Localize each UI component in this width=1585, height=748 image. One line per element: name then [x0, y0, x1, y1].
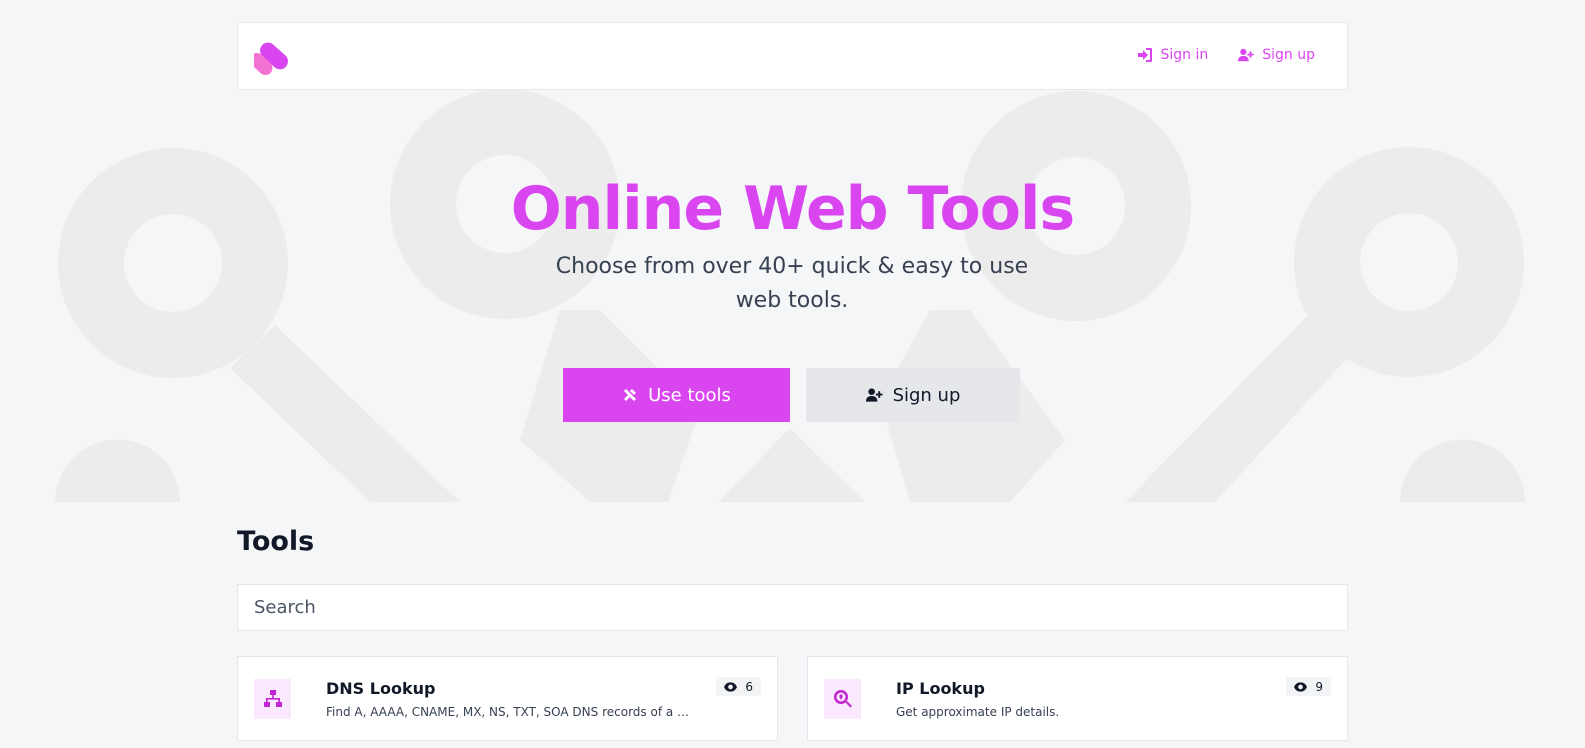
card-icon-container	[254, 679, 291, 719]
sign-up-label: Sign up	[1262, 47, 1315, 63]
card-icon-container	[824, 679, 861, 719]
views-badge: 9	[1286, 677, 1331, 696]
hero-sign-up-button[interactable]: Sign up	[806, 368, 1020, 422]
tool-card-dns-lookup[interactable]: DNS Lookup Find A, AAAA, CNAME, MX, NS, …	[237, 656, 778, 741]
sign-in-icon	[1137, 48, 1152, 62]
hero-sign-up-label: Sign up	[892, 384, 961, 406]
nav-links: Sign in Sign up	[1137, 47, 1315, 63]
user-plus-icon	[1238, 48, 1254, 62]
search-location-icon	[833, 690, 852, 708]
network-icon	[263, 690, 282, 707]
logo-icon[interactable]	[249, 37, 296, 76]
sign-in-label: Sign in	[1160, 47, 1209, 63]
sign-in-link[interactable]: Sign in	[1137, 47, 1209, 63]
tools-heading: Tools	[237, 526, 315, 557]
search-input[interactable]	[237, 584, 1348, 631]
hero-title: Online Web Tools	[510, 174, 1075, 244]
views-count: 6	[745, 679, 753, 694]
user-plus-icon	[865, 388, 883, 402]
tool-card-title: IP Lookup	[896, 679, 985, 698]
views-badge: 6	[716, 677, 761, 696]
tools-icon	[624, 389, 637, 401]
eye-icon	[724, 681, 738, 692]
hero-subtitle: Choose from over 40+ quick & easy to use…	[555, 254, 1029, 313]
views-count: 9	[1315, 679, 1323, 694]
tool-card-description: Find A, AAAA, CNAME, MX, NS, TXT, SOA DN…	[326, 705, 691, 719]
use-tools-label: Use tools	[648, 384, 731, 406]
tool-card-title: DNS Lookup	[326, 679, 436, 698]
tool-card-description: Get approximate IP details.	[896, 705, 1060, 719]
top-navbar: Sign in Sign up	[237, 22, 1348, 90]
use-tools-button[interactable]: Use tools	[563, 368, 790, 422]
sign-up-link[interactable]: Sign up	[1238, 47, 1315, 63]
eye-icon	[1294, 681, 1308, 692]
tool-card-ip-lookup[interactable]: IP Lookup Get approximate IP details. 9	[807, 656, 1348, 741]
